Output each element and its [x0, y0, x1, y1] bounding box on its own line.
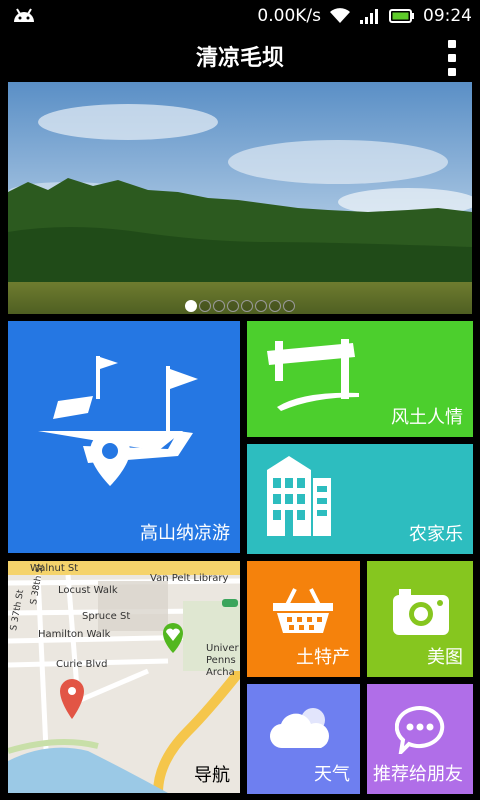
overflow-menu-icon[interactable] [444, 40, 460, 76]
tile-label: 美图 [427, 647, 463, 668]
android-icon [14, 8, 34, 22]
network-speed: 0.00K/s [257, 6, 321, 26]
carousel-dot[interactable] [283, 300, 295, 312]
tile-label: 风土人情 [391, 407, 463, 428]
carousel-dot[interactable] [213, 300, 225, 312]
chat-bubble-icon [395, 706, 445, 754]
archway-icon [267, 339, 359, 411]
tile-photos[interactable]: 美图 [367, 561, 473, 677]
tile-weather[interactable]: 天气 [247, 684, 360, 794]
map-label-penns: Penns [206, 655, 236, 666]
tile-recommend-to-friends[interactable]: 推荐给朋友 [367, 684, 473, 794]
tile-label: 土特产 [296, 647, 350, 668]
map-label-univer: Univer [206, 643, 240, 654]
tile-label: 天气 [314, 764, 350, 785]
carousel-dot[interactable] [241, 300, 253, 312]
tile-label: 高山纳凉游 [140, 523, 230, 544]
wifi-icon [330, 8, 350, 23]
signal-icon [360, 9, 378, 24]
tile-farmhouse-stay[interactable]: 农家乐 [247, 444, 473, 554]
banner-carousel[interactable] [8, 82, 472, 314]
map-label-hamilton-walk: Hamilton Walk [38, 629, 111, 640]
tile-local-customs[interactable]: 风土人情 [247, 321, 473, 437]
cloud-icon [269, 708, 329, 749]
carousel-dot[interactable] [255, 300, 267, 312]
map-image: Walnut St Locust Walk Spruce St Hamilton… [8, 561, 240, 793]
map-label-van-pelt-library: Van Pelt Library [150, 573, 228, 584]
basket-icon [273, 588, 333, 633]
map-label-spruce-st: Spruce St [82, 611, 130, 622]
tile-local-specialties[interactable]: 土特产 [247, 561, 360, 677]
tile-label: 农家乐 [409, 524, 463, 545]
title-bar: 清凉毛坝 [0, 32, 480, 82]
tile-navigation-map[interactable]: Walnut St Locust Walk Spruce St Hamilton… [8, 561, 240, 793]
camera-icon [393, 589, 449, 635]
carousel-indicator [8, 300, 472, 312]
tile-label: 推荐给朋友 [373, 764, 463, 785]
battery-icon [389, 9, 414, 23]
banner-image [8, 82, 472, 314]
carousel-dot[interactable] [269, 300, 281, 312]
map-label-locust-walk: Locust Walk [58, 585, 118, 596]
map-label-archa: Archa [206, 667, 235, 678]
carousel-dot[interactable] [227, 300, 239, 312]
route-flags-pin-icon [38, 356, 198, 486]
page-title: 清凉毛坝 [195, 46, 284, 71]
buildings-icon [267, 456, 331, 536]
carousel-dot[interactable] [185, 300, 197, 312]
tile-summer-mountain-tour[interactable]: 高山纳凉游 [8, 321, 240, 553]
carousel-dot[interactable] [199, 300, 211, 312]
clock: 09:24 [423, 6, 472, 26]
status-bar: 0.00K/s 09:24 [0, 0, 480, 32]
map-label-curie-blvd: Curie Blvd [56, 659, 107, 670]
tile-label: 导航 [194, 765, 230, 786]
